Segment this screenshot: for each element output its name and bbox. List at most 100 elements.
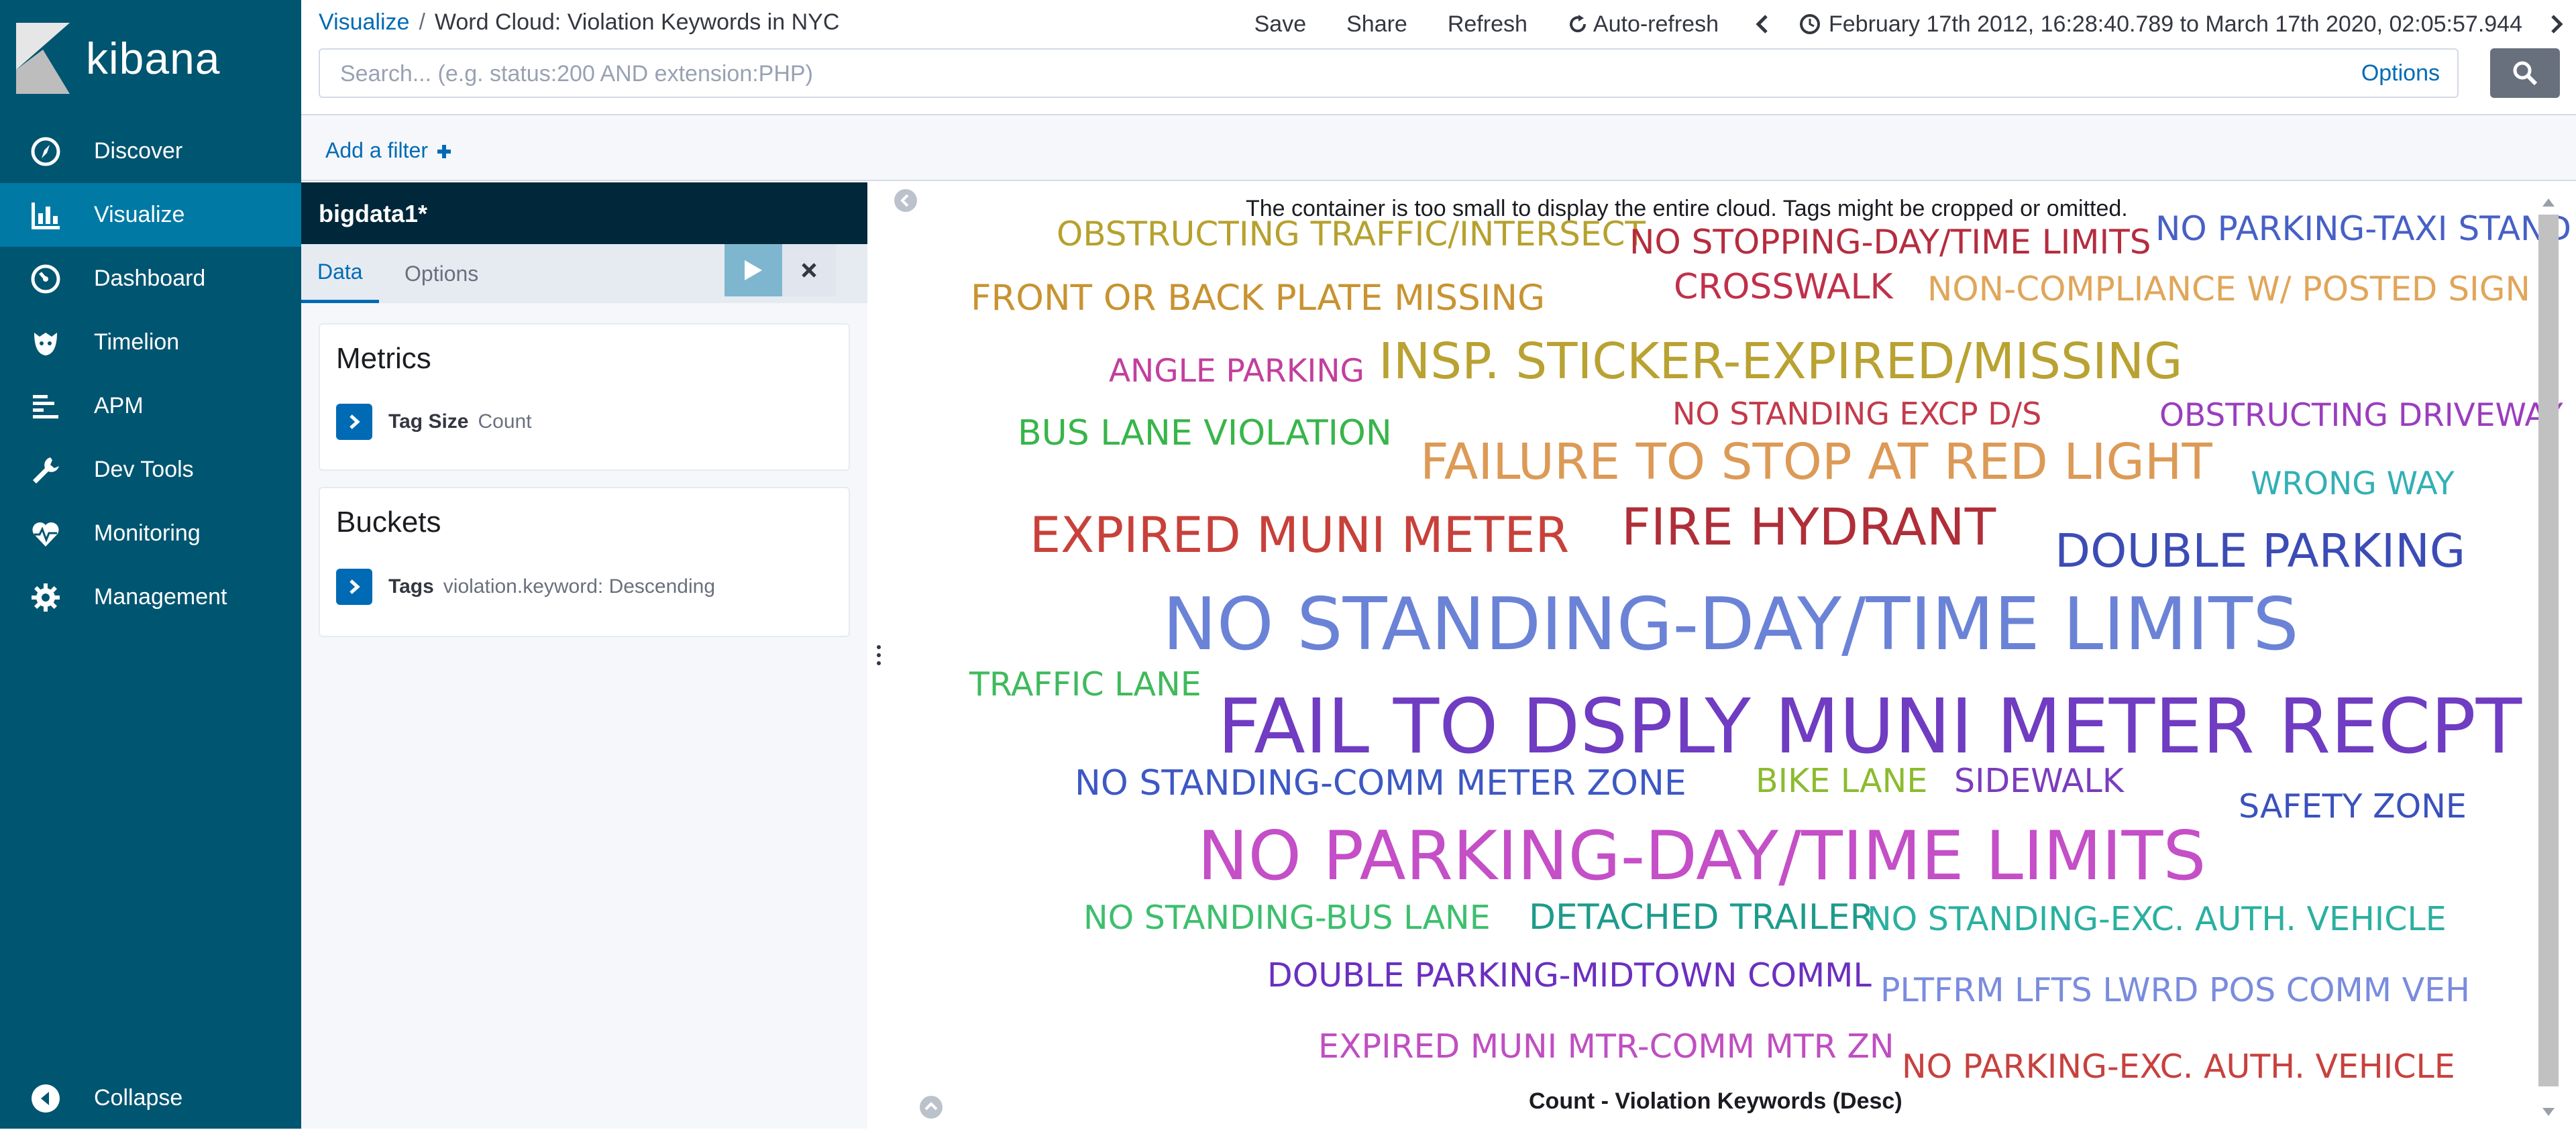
breadcrumb: Visualize / Word Cloud: Violation Keywords… [319, 9, 839, 36]
kibana-logo[interactable]: kibana [16, 23, 221, 94]
search-options-button[interactable]: Options [2361, 60, 2440, 87]
word-cloud-tag[interactable]: NO STOPPING-DAY/TIME LIMITS [1629, 225, 2151, 259]
bucket-agg-name: Tags [388, 575, 434, 598]
tab-data[interactable]: Data [301, 244, 379, 303]
search-input[interactable] [339, 50, 2287, 98]
metric-agg-name: Tag Size [388, 410, 469, 433]
word-cloud-tag[interactable]: NO PARKING-DAY/TIME LIMITS [1197, 822, 2206, 890]
sidebar-item-apm[interactable]: APM [0, 374, 301, 438]
sidebar-item-label: Timelion [94, 329, 180, 355]
word-cloud-tag[interactable]: TRAFFIC LANE [969, 668, 1201, 701]
breadcrumb-separator: / [419, 9, 425, 35]
tab-options[interactable]: Options [395, 244, 488, 303]
plus-icon [437, 145, 451, 158]
panel-resize-handle[interactable] [867, 181, 890, 1129]
refresh-button[interactable]: Refresh [1448, 11, 1527, 38]
filter-bar: Add a filter [301, 114, 2576, 181]
bucket-agg-row[interactable]: Tags violation.keyword: Descending [336, 569, 715, 605]
buckets-panel: Buckets Tags violation.keyword: Descendi… [319, 487, 850, 637]
vis-editor-sidebar: bigdata1* Data Options Metrics Tag Size … [301, 181, 867, 1129]
word-cloud-tag[interactable]: EXPIRED MUNI METER [1030, 511, 1569, 560]
word-cloud-tag[interactable]: BIKE LANE [1756, 765, 1927, 797]
add-filter-label: Add a filter [325, 138, 428, 162]
word-cloud-tag[interactable]: SIDEWALK [1954, 765, 2124, 797]
word-cloud-tag[interactable]: NO STANDING-DAY/TIME LIMITS [1163, 589, 2299, 661]
word-cloud-tag[interactable]: NO STANDING-COMM METER ZONE [1075, 766, 1686, 801]
word-cloud-tag[interactable]: DETACHED TRAILER [1529, 900, 1874, 935]
sidebar-item-monitoring[interactable]: Monitoring [0, 502, 301, 565]
sidebar-item-label: Discover [94, 138, 183, 164]
auto-refresh-button[interactable]: Auto-refresh [1568, 11, 1719, 38]
sidebar-item-dev-tools[interactable]: Dev Tools [0, 438, 301, 502]
word-cloud-tag[interactable]: EXPIRED MUNI MTR-COMM MTR ZN [1318, 1030, 1894, 1063]
index-pattern-title: bigdata1* [301, 182, 867, 244]
sidebar-item-management[interactable]: Management [0, 565, 301, 629]
word-cloud-tag[interactable]: INSP. STICKER-EXPIRED/MISSING [1379, 337, 2183, 386]
word-cloud-tag[interactable]: CROSSWALK [1674, 270, 1893, 304]
sidebar-item-dashboard[interactable]: Dashboard [0, 247, 301, 310]
drag-handle-icon [877, 644, 881, 665]
word-cloud-tag[interactable]: PLTFRM LFTS LWRD POS COMM VEH [1880, 974, 2470, 1007]
metric-agg-row[interactable]: Tag Size Count [336, 404, 532, 440]
share-button[interactable]: Share [1346, 11, 1407, 38]
toggle-legend-icon[interactable] [918, 1094, 944, 1120]
kibana-logo-icon [16, 23, 70, 94]
close-icon [802, 263, 816, 278]
vertical-scrollbar[interactable] [2533, 194, 2564, 1120]
search-button[interactable] [2490, 48, 2560, 98]
sidebar-item-label: Dashboard [94, 266, 206, 291]
sidebar-item-label: APM [94, 393, 144, 418]
play-icon [745, 260, 762, 280]
expand-toggle-icon[interactable] [336, 404, 372, 440]
word-cloud-tag[interactable]: FIRE HYDRANT [1621, 502, 1996, 553]
word-cloud-tag[interactable]: FRONT OR BACK PLATE MISSING [971, 280, 1545, 316]
auto-refresh-label: Auto-refresh [1593, 11, 1719, 37]
word-cloud-tag[interactable]: NON-COMPLIANCE W/ POSTED SIGN [1927, 272, 2530, 306]
word-cloud-tag[interactable]: ANGLE PARKING [1109, 355, 1364, 387]
sidebar-collapse[interactable]: Collapse [0, 1066, 301, 1130]
word-cloud-tag[interactable]: NO STANDING-BUS LANE [1083, 901, 1491, 934]
word-cloud-tag[interactable]: OBSTRUCTING DRIVEWAY [2159, 400, 2563, 431]
collapse-label: Collapse [94, 1085, 183, 1111]
refresh-icon [1569, 15, 1586, 33]
word-cloud-tag[interactable]: FAILURE TO STOP AT RED LIGHT [1420, 437, 2212, 487]
word-cloud-tag[interactable]: SAFETY ZONE [2239, 790, 2467, 823]
sidebar-item-timelion[interactable]: Timelion [0, 310, 301, 374]
word-cloud-tag[interactable]: NO STANDING EXCP D/S [1672, 398, 2041, 429]
time-range: February 17th 2012, 16:28:40.789 to Marc… [1829, 11, 2522, 37]
word-cloud-tag[interactable]: DOUBLE PARKING [2055, 528, 2465, 575]
sidebar-item-label: Monitoring [94, 520, 201, 546]
discard-changes-button[interactable] [782, 244, 836, 296]
gear-icon [28, 580, 63, 615]
word-cloud-tag[interactable]: NO PARKING-EXC. AUTH. VEHICLE [1902, 1050, 2455, 1083]
expand-toggle-icon[interactable] [336, 569, 372, 605]
sidebar-item-visualize[interactable]: Visualize [0, 183, 301, 247]
sidebar-item-discover[interactable]: Discover [0, 119, 301, 183]
word-cloud-tag[interactable]: WRONG WAY [2251, 468, 2455, 500]
word-cloud-visualization: The container is too small to display th… [890, 181, 2576, 1129]
apply-changes-button[interactable] [724, 244, 782, 296]
sidebar-item-label: Visualize [94, 202, 185, 227]
save-button[interactable]: Save [1254, 11, 1307, 38]
word-cloud-tag[interactable]: FAIL TO DSPLY MUNI METER RECPT [1218, 689, 2522, 765]
logo-text: kibana [86, 34, 221, 83]
breadcrumb-visualize[interactable]: Visualize [319, 9, 409, 35]
top-nav: Visualize / Word Cloud: Violation Keywords… [301, 0, 2576, 114]
collapse-editor-icon[interactable] [893, 188, 918, 213]
metric-agg-desc: Count [478, 410, 532, 433]
time-picker[interactable]: February 17th 2012, 16:28:40.789 to Marc… [1799, 11, 2522, 38]
bucket-agg-desc: violation.keyword: Descending [443, 575, 716, 598]
word-cloud-tag[interactable]: DOUBLE PARKING-MIDTOWN COMML [1267, 959, 1872, 992]
search-icon [2513, 61, 2538, 86]
word-cloud-tag[interactable]: BUS LANE VIOLATION [1018, 416, 1392, 451]
time-back-icon[interactable] [1752, 14, 1772, 34]
bar-chart-icon [28, 198, 63, 233]
add-filter-button[interactable]: Add a filter [325, 138, 451, 163]
breadcrumb-current: Word Cloud: Violation Keywords in NYC [434, 9, 840, 35]
dashboard-icon [28, 262, 63, 296]
time-forward-icon[interactable] [2546, 14, 2567, 34]
word-cloud-tag[interactable]: OBSTRUCTING TRAFFIC/INTERSECT [1057, 217, 1646, 251]
word-cloud-tag[interactable]: NO STANDING-EXC. AUTH. VEHICLE [1867, 903, 2447, 936]
sidebar: kibana Discover Visualize Dashboard Time… [0, 0, 301, 1129]
word-cloud-tag[interactable]: NO PARKING-TAXI STAND [2155, 212, 2571, 245]
